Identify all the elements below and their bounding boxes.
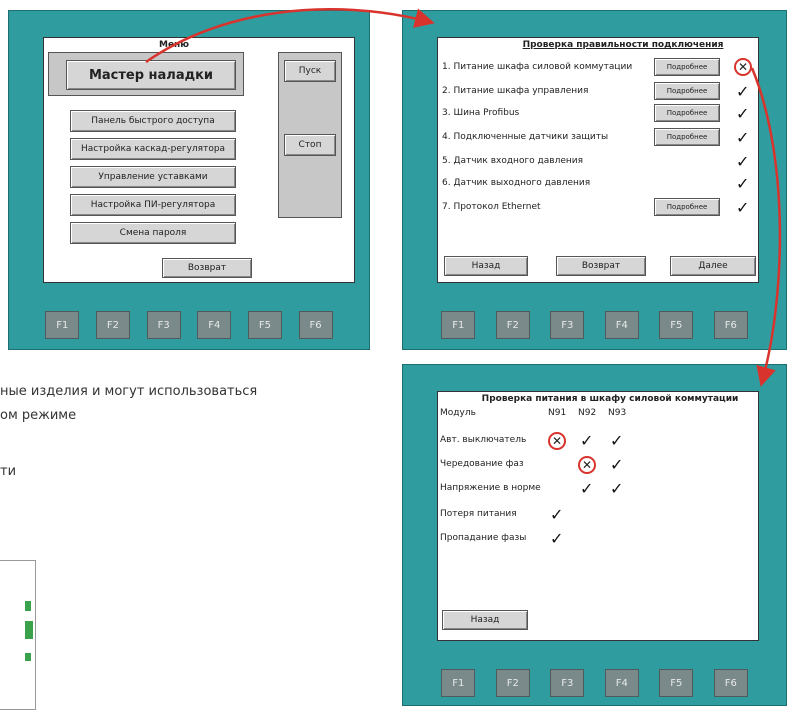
flow-arrows [145,8,782,387]
arrow-connection-to-power [750,67,782,387]
arrow-menu-to-connection [145,8,435,64]
